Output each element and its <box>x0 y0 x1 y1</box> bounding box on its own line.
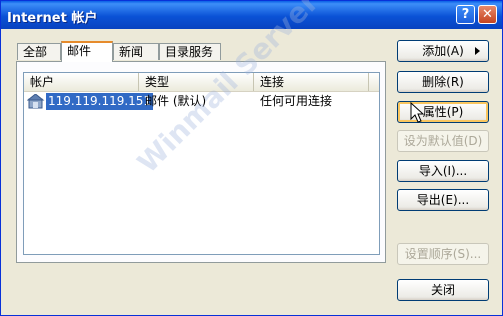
dialog-window: Internet 帐户 ? ✕ 全部 邮件 新闻 目录服务 帐户 类型 连接 1… <box>0 0 503 316</box>
account-name: 119.119.119.151 <box>46 93 154 110</box>
list-item[interactable]: 119.119.119.151 邮件 (默认) 任何可用连接 <box>24 93 379 110</box>
account-connection: 任何可用连接 <box>260 94 333 108</box>
column-header-type[interactable]: 类型 <box>139 73 254 91</box>
column-header-connection[interactable]: 连接 <box>254 73 369 91</box>
account-type: 邮件 (默认) <box>145 94 207 108</box>
window-title: Internet 帐户 <box>7 11 98 26</box>
submenu-arrow-icon <box>475 47 480 55</box>
list-header: 帐户 类型 连接 <box>24 73 379 92</box>
tab-directory-service[interactable]: 目录服务 <box>159 43 221 60</box>
remove-button[interactable]: 删除(R) <box>397 71 489 93</box>
tab-all[interactable]: 全部 <box>17 43 61 60</box>
export-button[interactable]: 导出(E)... <box>397 189 489 211</box>
mouse-cursor-icon <box>410 102 424 123</box>
set-order-button[interactable]: 设置顺序(S)... <box>397 243 489 265</box>
import-button[interactable]: 导入(I)... <box>397 160 489 182</box>
mail-account-icon <box>27 94 45 109</box>
add-button[interactable]: 添加(A) <box>397 40 489 62</box>
set-default-button[interactable]: 设为默认值(D) <box>397 130 489 152</box>
titlebar[interactable]: Internet 帐户 ? ✕ <box>1 1 502 29</box>
help-button[interactable]: ? <box>456 5 475 24</box>
tab-mail[interactable]: 邮件 <box>61 41 113 62</box>
account-list[interactable]: 帐户 类型 连接 119.119.119.151 邮件 (默认) 任何可用连接 <box>23 72 380 255</box>
close-button[interactable]: 关闭 <box>397 279 489 301</box>
tab-news[interactable]: 新闻 <box>113 43 159 60</box>
add-button-label: 添加(A) <box>422 44 464 58</box>
tab-panel: 帐户 类型 连接 119.119.119.151 邮件 (默认) 任何可用连接 <box>16 61 386 263</box>
close-window-button[interactable]: ✕ <box>478 5 497 24</box>
column-header-account[interactable]: 帐户 <box>24 73 139 91</box>
